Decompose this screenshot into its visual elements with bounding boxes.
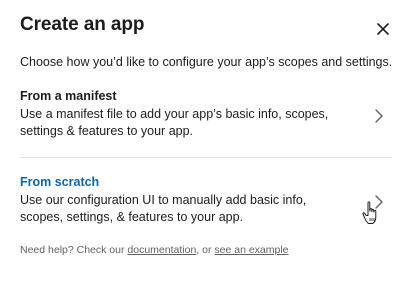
dialog-intro: Choose how you’d like to configure your … <box>20 55 393 69</box>
from-manifest-option[interactable]: From a manifest Use a manifest file to a… <box>20 89 392 147</box>
see-example-link[interactable]: see an example <box>214 244 288 256</box>
create-app-dialog: Create an app Choose how you’d like to c… <box>0 0 412 281</box>
divider <box>20 157 392 158</box>
help-middle: , or <box>196 244 215 256</box>
documentation-link[interactable]: documentation <box>127 244 196 256</box>
close-button[interactable] <box>372 18 394 40</box>
option-description: Use our configuration UI to manually add… <box>20 193 307 224</box>
close-icon <box>377 23 389 35</box>
option-description: Use a manifest file to add your app’s ba… <box>20 107 329 138</box>
chevron-right-icon <box>374 195 384 209</box>
option-title: From a manifest <box>20 89 117 103</box>
option-title: From scratch <box>20 175 100 189</box>
dialog-title: Create an app <box>20 14 145 35</box>
chevron-right-icon <box>374 109 384 123</box>
help-prefix: Need help? Check our <box>20 244 128 256</box>
from-scratch-option[interactable]: From scratch Use our configuration UI to… <box>20 175 392 233</box>
help-text: Need help? Check our documentation, or s… <box>20 244 289 256</box>
